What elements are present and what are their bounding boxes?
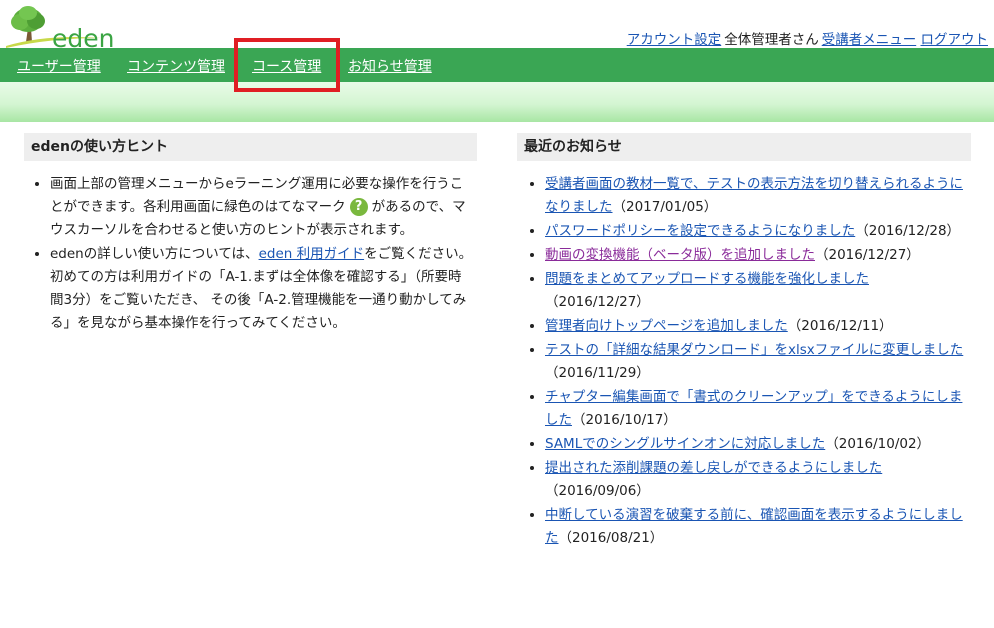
sub-bar bbox=[0, 82, 994, 122]
news-date: （2017/01/05） bbox=[612, 199, 718, 215]
hints-title: edenの使い方ヒント bbox=[24, 133, 477, 161]
hint-item: 画面上部の管理メニューからeラーニング運用に必要な操作を行うことができます。各利… bbox=[50, 173, 474, 242]
news-item: チャプター編集画面で「書式のクリーンアップ」をできるようにしました（2016/1… bbox=[545, 386, 969, 432]
logout-link[interactable]: ログアウト bbox=[921, 32, 989, 48]
news-date: （2016/09/06） bbox=[545, 483, 650, 499]
news-date: （2016/12/28） bbox=[855, 223, 961, 239]
news-date: （2016/12/27） bbox=[545, 294, 650, 310]
hint-item: edenの詳しい使い方については、eden 利用ガイドをご覧ください。初めての方… bbox=[50, 243, 474, 335]
main-nav: ユーザー管理 コンテンツ管理 コース管理 お知らせ管理 bbox=[0, 48, 994, 82]
hints-list: 画面上部の管理メニューからeラーニング運用に必要な操作を行うことができます。各利… bbox=[24, 173, 474, 336]
header-links: アカウント設定 全体管理者さん 受講者メニュー ログアウト bbox=[627, 28, 988, 48]
user-guide-link[interactable]: eden 利用ガイド bbox=[259, 246, 365, 262]
question-mark-icon: ? bbox=[349, 198, 368, 216]
news-link[interactable]: 提出された添削課題の差し戻しができるようにしました bbox=[545, 460, 882, 476]
news-item: パスワードポリシーを設定できるようになりました（2016/12/28） bbox=[545, 220, 969, 243]
news-link[interactable]: テストの「詳細な結果ダウンロード」をxlsxファイルに変更しました bbox=[545, 342, 963, 358]
news-item: 中断している演習を破棄する前に、確認画面を表示するようにしました（2016/08… bbox=[545, 504, 969, 550]
news-link[interactable]: 管理者向けトップページを追加しました bbox=[545, 318, 788, 334]
header: eden アカウント設定 全体管理者さん 受講者メニュー ログアウト bbox=[0, 0, 994, 53]
news-item: 動画の変換機能（ベータ版）を追加しました（2016/12/27） bbox=[545, 244, 969, 267]
highlight-box bbox=[234, 38, 340, 92]
news-link[interactable]: 問題をまとめてアップロードする機能を強化しました bbox=[545, 271, 869, 287]
student-menu-link[interactable]: 受講者メニュー bbox=[822, 32, 917, 48]
news-item: 受講者画面の教材一覧で、テストの表示方法を切り替えられるようになりました（201… bbox=[545, 173, 969, 219]
news-item: 提出された添削課題の差し戻しができるようにしました （2016/09/06） bbox=[545, 457, 969, 503]
news-link-visited[interactable]: 動画の変換機能（ベータ版）を追加しました bbox=[545, 247, 815, 263]
news-item: SAMLでのシングルサインオンに対応しました（2016/10/02） bbox=[545, 433, 969, 456]
eden-logo[interactable]: eden bbox=[6, 4, 116, 53]
news-date: （2016/08/21） bbox=[558, 530, 664, 546]
news-date: （2016/10/02） bbox=[825, 436, 931, 452]
news-date: （2016/12/11） bbox=[787, 318, 893, 334]
news-item: テストの「詳細な結果ダウンロード」をxlsxファイルに変更しました （2016/1… bbox=[545, 339, 969, 385]
news-link[interactable]: 受講者画面の教材一覧で、テストの表示方法を切り替えられるようになりました bbox=[545, 176, 963, 215]
news-link[interactable]: SAMLでのシングルサインオンに対応しました bbox=[545, 436, 825, 452]
news-date: （2016/11/29） bbox=[545, 365, 650, 381]
nav-notice-management[interactable]: お知らせ管理 bbox=[348, 56, 432, 76]
news-date: （2016/12/27） bbox=[815, 247, 920, 263]
news-item: 問題をまとめてアップロードする機能を強化しました （2016/12/27） bbox=[545, 268, 969, 314]
account-settings-link[interactable]: アカウント設定 bbox=[627, 32, 722, 48]
news-link[interactable]: パスワードポリシーを設定できるようになりました bbox=[545, 223, 855, 239]
news-list: 受講者画面の教材一覧で、テストの表示方法を切り替えられるようになりました（201… bbox=[519, 173, 969, 551]
nav-user-management[interactable]: ユーザー管理 bbox=[17, 56, 101, 76]
user-name: 全体管理者さん bbox=[724, 32, 819, 48]
news-date: （2016/10/17） bbox=[572, 412, 677, 428]
news-item: 管理者向けトップページを追加しました（2016/12/11） bbox=[545, 315, 969, 338]
hint-text: edenの詳しい使い方については、 bbox=[50, 246, 259, 262]
news-title: 最近のお知らせ bbox=[517, 133, 971, 161]
nav-content-management[interactable]: コンテンツ管理 bbox=[127, 56, 225, 76]
